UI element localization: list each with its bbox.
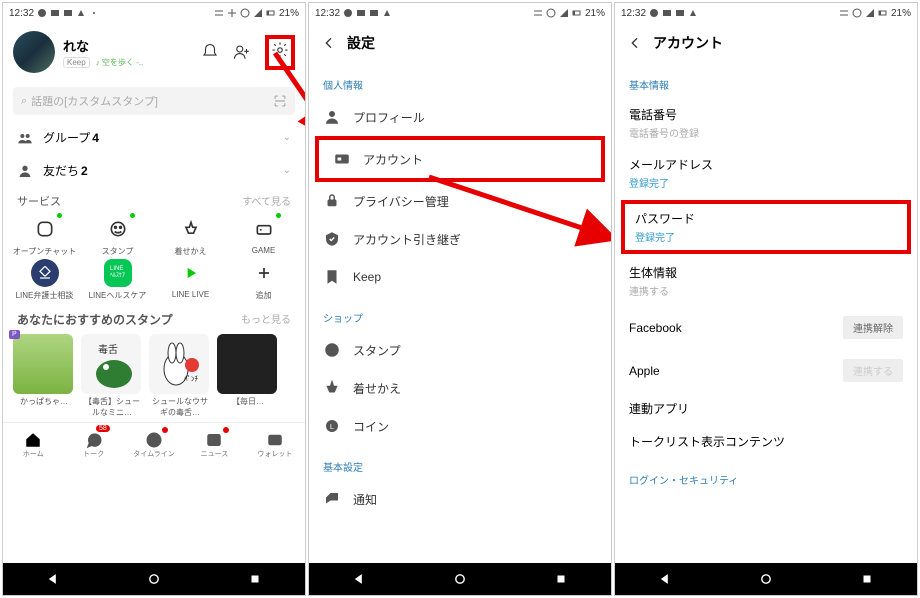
- tab-home[interactable]: ホーム: [3, 423, 63, 466]
- add-friend-icon[interactable]: [233, 43, 251, 61]
- status-bar: 12:32 21%: [309, 3, 611, 23]
- scan-icon[interactable]: [273, 94, 287, 108]
- status-bar: 12:32 21%: [3, 3, 305, 23]
- recent-button[interactable]: [860, 572, 874, 586]
- recent-button[interactable]: [248, 572, 262, 586]
- section-basic-info: 基本情報: [615, 63, 917, 98]
- menu-profile[interactable]: プロフィール: [309, 98, 611, 136]
- fb-unlink-button[interactable]: 連携解除: [843, 316, 903, 339]
- service-stamp[interactable]: スタンプ: [82, 215, 153, 257]
- home-button[interactable]: [147, 572, 161, 586]
- gear-icon[interactable]: [271, 41, 289, 59]
- section-personal: 個人情報: [309, 63, 611, 98]
- tab-timeline[interactable]: タイムライン: [124, 423, 184, 466]
- recent-button[interactable]: [554, 572, 568, 586]
- row-phone[interactable]: 電話番号電話番号の登録: [615, 98, 917, 148]
- menu-privacy[interactable]: プライバシー管理: [309, 182, 611, 220]
- groups-row[interactable]: グループ4 ⌄: [3, 121, 305, 154]
- menu-notification[interactable]: 通知: [309, 480, 611, 518]
- row-talklist[interactable]: トークリスト表示コンテンツ: [615, 425, 917, 458]
- service-live[interactable]: LINE LIVE: [155, 259, 226, 301]
- avatar[interactable]: [13, 31, 55, 73]
- sticker-item[interactable]: ﾊﾟﾝﾁシュールなウサギの毒舌…: [149, 334, 211, 418]
- sticker-item[interactable]: Pかっぱちゃ…: [13, 334, 75, 418]
- service-lawyer[interactable]: LINE弁護士相談: [9, 259, 80, 301]
- svg-text:L: L: [330, 422, 334, 431]
- back-button[interactable]: [658, 572, 672, 586]
- service-game[interactable]: GAME: [228, 215, 299, 257]
- more-link[interactable]: もっと見る: [241, 311, 291, 328]
- android-navbar: [3, 563, 305, 595]
- friends-row[interactable]: 友だち2 ⌄: [3, 154, 305, 187]
- section-shop: ショップ: [309, 296, 611, 331]
- chevron-down-icon: ⌄: [283, 132, 291, 143]
- home-button[interactable]: [759, 572, 773, 586]
- service-openchat[interactable]: オープンチャット: [9, 215, 80, 257]
- account-highlight: アカウント: [315, 136, 605, 182]
- bottom-tabs: ホーム 58トーク タイムライン ニュース ウォレット: [3, 422, 305, 466]
- row-apple[interactable]: Apple連携する: [615, 349, 917, 392]
- service-add[interactable]: 追加: [228, 259, 299, 301]
- section-basic: 基本設定: [309, 445, 611, 480]
- row-password-highlight[interactable]: パスワード登録完了: [621, 200, 911, 254]
- tab-wallet[interactable]: ウォレット: [245, 423, 305, 466]
- menu-account[interactable]: アカウント: [319, 140, 601, 178]
- sticker-item[interactable]: 【毎日…: [217, 334, 279, 418]
- section-login-security: ログイン・セキュリティ: [615, 458, 917, 493]
- row-linked-apps[interactable]: 連動アプリ: [615, 392, 917, 425]
- services-header: サービス すべて見る: [3, 187, 305, 211]
- back-button[interactable]: [46, 572, 60, 586]
- account-header: アカウント: [615, 23, 917, 63]
- stickers-header: あなたにおすすめのスタンプ もっと見る: [3, 305, 305, 330]
- sticker-item[interactable]: 毒舌【毒舌】シュールなミニ…: [81, 334, 143, 418]
- menu-keep[interactable]: Keep: [309, 258, 611, 296]
- settings-header: 設定: [309, 23, 611, 63]
- row-email[interactable]: メールアドレス登録完了: [615, 148, 917, 198]
- keep-badge[interactable]: Keep: [63, 57, 90, 68]
- android-navbar: [309, 563, 611, 595]
- menu-stamp[interactable]: スタンプ: [309, 331, 611, 369]
- username: れな: [63, 36, 143, 55]
- apple-link-button[interactable]: 連携する: [843, 359, 903, 382]
- home-header: れな Keep ♪ 空を歩く -..: [3, 23, 305, 81]
- back-button[interactable]: [352, 572, 366, 586]
- status-bar: 12:32 21%: [615, 3, 917, 23]
- see-all-link[interactable]: すべて見る: [242, 193, 291, 209]
- menu-coin[interactable]: Lコイン: [309, 407, 611, 445]
- bell-icon[interactable]: [201, 43, 219, 61]
- menu-theme[interactable]: 着せかえ: [309, 369, 611, 407]
- svg-text:毒舌: 毒舌: [98, 343, 118, 356]
- svg-text:ﾊﾟﾝﾁ: ﾊﾟﾝﾁ: [184, 375, 198, 383]
- menu-transfer[interactable]: アカウント引き継ぎ: [309, 220, 611, 258]
- tab-news[interactable]: ニュース: [184, 423, 244, 466]
- row-facebook[interactable]: Facebook連携解除: [615, 306, 917, 349]
- tab-talk[interactable]: 58トーク: [63, 423, 123, 466]
- search-input[interactable]: ⌕ 話題の[カスタムスタンプ]: [13, 87, 295, 115]
- back-icon[interactable]: [321, 35, 337, 51]
- settings-highlight: [265, 35, 295, 70]
- service-theme[interactable]: 着せかえ: [155, 215, 226, 257]
- music-status[interactable]: ♪ 空を歩く -..: [96, 57, 144, 68]
- android-navbar: [615, 563, 917, 595]
- back-icon[interactable]: [627, 35, 643, 51]
- chevron-down-icon: ⌄: [283, 165, 291, 176]
- service-healthcare[interactable]: LINEﾍﾙｽｹｱLINEヘルスケア: [82, 259, 153, 301]
- row-biometric[interactable]: 生体情報連携する: [615, 256, 917, 306]
- home-button[interactable]: [453, 572, 467, 586]
